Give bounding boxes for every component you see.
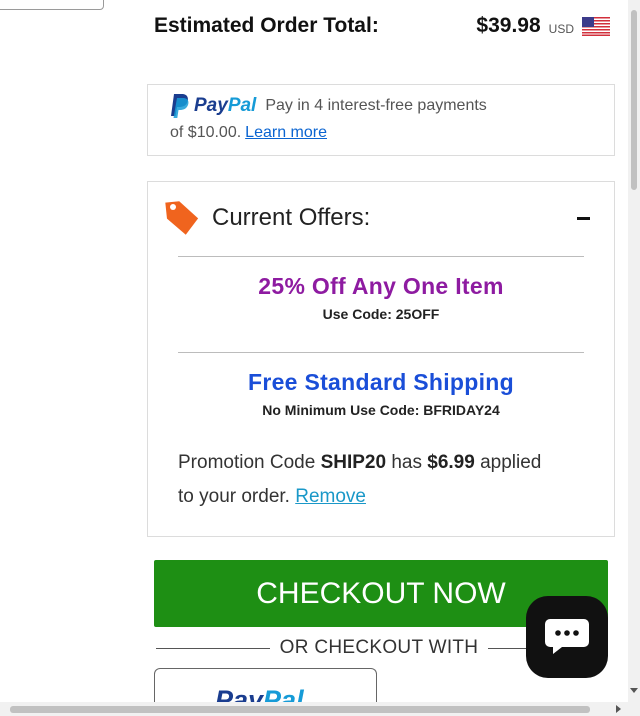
promo-suffix: applied [480,452,542,473]
offers-divider [178,352,584,353]
horizontal-scrollbar[interactable] [0,702,640,716]
paypal-banner-text-2: of $10.00. [170,124,242,141]
paypal-logo: PayPal [170,93,256,119]
vertical-scrollbar[interactable] [628,0,640,702]
promo-prefix: Promotion Code [178,452,316,473]
offers-divider [178,256,584,257]
scroll-right-arrow-icon[interactable] [616,705,621,713]
left-partial-box [0,0,104,10]
order-total-label: Estimated Order Total: [154,14,379,37]
paypal-p-icon [171,94,189,118]
offer-2-title: Free Standard Shipping [247,369,514,395]
promo-applied-text-2: to your order. Remove [178,486,366,508]
divider-line [156,648,270,649]
offers-title: Current Offers: [212,204,371,231]
offer-1-code: Use Code: 25OFF [322,306,440,322]
promo-applied-text: Promotion Code SHIP20 has $6.99 applied [178,452,541,474]
order-total-row: Estimated Order Total: $39.98 USD [154,10,610,42]
currency-label: USD [548,21,574,36]
chat-bubble-icon [545,619,589,654]
scroll-down-arrow-icon[interactable] [630,688,638,693]
horizontal-scrollbar-thumb[interactable] [10,706,590,713]
or-checkout-with-label: OR CHECKOUT WITH [279,637,479,658]
chat-button[interactable] [526,596,608,678]
paypal-wordmark-pay: Pay [194,95,228,116]
paypal-wordmark-pal: Pal [227,95,257,116]
paypal-pay-in-4-banner: PayPal Pay in 4 interest-free payments o… [147,84,615,156]
offer-1-title: 25% Off Any One Item [258,273,504,299]
vertical-scrollbar-thumb[interactable] [631,10,637,190]
offers-header: Current Offers: [164,198,592,238]
remove-promo-link[interactable]: Remove [295,486,366,507]
collapse-offers-toggle[interactable] [576,208,592,228]
current-offers-panel: Current Offers: 25% Off Any One Item Use… [147,181,615,537]
promo-amount: $6.99 [427,452,475,473]
learn-more-link[interactable]: Learn more [245,124,327,141]
promo-code: SHIP20 [320,452,387,473]
promo-line2: to your order. [178,486,290,507]
price-tag-icon [165,201,199,235]
paypal-banner-text: Pay in 4 interest-free payments [265,97,487,114]
offer-2-code: No Minimum Use Code: BFRIDAY24 [262,402,500,418]
promo-middle: has [391,452,422,473]
us-flag-icon [582,16,610,36]
order-total-amount: $39.98 [476,14,541,37]
